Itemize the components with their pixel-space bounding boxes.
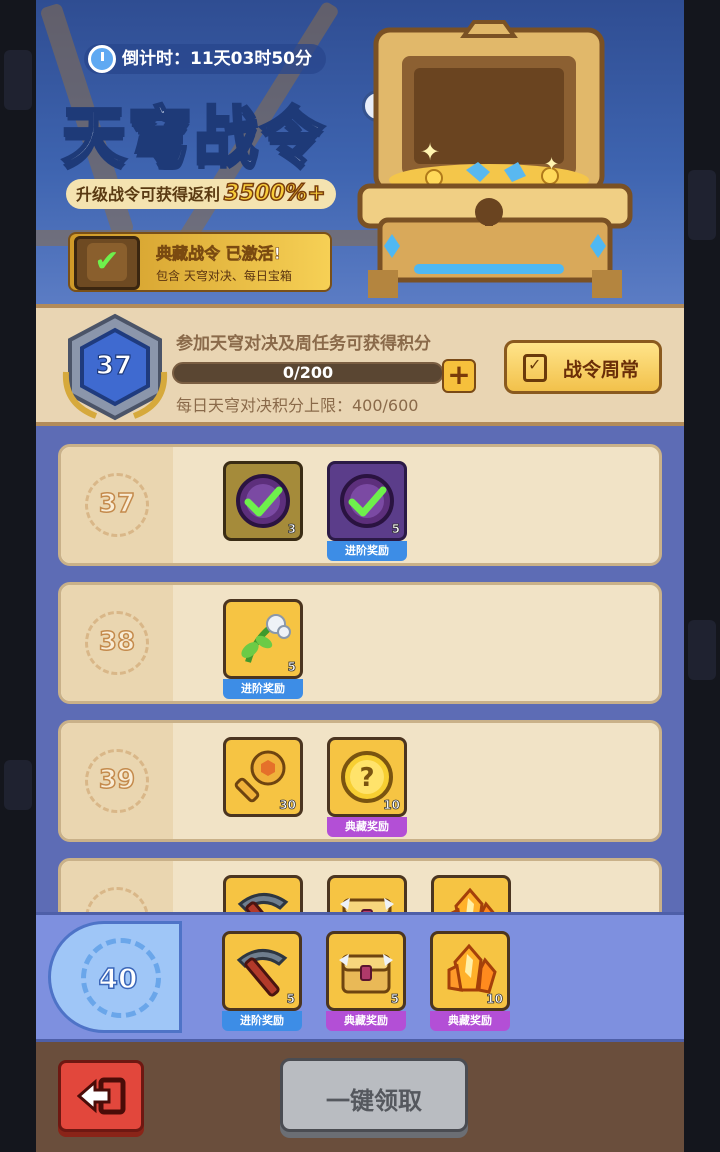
reward-item[interactable]: 30 bbox=[223, 737, 303, 817]
collector-pass-activated[interactable]: 典藏战令 已激活! 包含 天穹对决、每日宝箱 bbox=[68, 232, 332, 292]
reward-row: 39 30? 10 典藏奖励 bbox=[58, 720, 662, 842]
reward-item[interactable]: 10 典藏奖励 bbox=[430, 931, 510, 1031]
reward-item[interactable] bbox=[327, 875, 407, 912]
reward-item[interactable]: 5 典藏奖励 bbox=[326, 931, 406, 1031]
row-level bbox=[61, 861, 173, 912]
reward-count: 5 bbox=[390, 992, 399, 1007]
treasure-chest-illustration: ✦ ✦ bbox=[357, 20, 633, 298]
current-level: 37 bbox=[95, 350, 133, 381]
row-level: 39 bbox=[61, 723, 173, 839]
reward-item[interactable] bbox=[223, 875, 303, 912]
treasure-chest-icon bbox=[337, 942, 395, 1000]
collector-reward-tag: 典藏奖励 bbox=[326, 1011, 406, 1031]
row-level-number: 38 bbox=[98, 626, 136, 658]
advanced-reward-tag: 进阶奖励 bbox=[222, 1011, 302, 1031]
reward-row: 37 3 5 进阶奖励 bbox=[58, 444, 662, 566]
countdown-timer: 倒计时：11天03时50分 bbox=[84, 44, 326, 74]
svg-text:✦: ✦ bbox=[544, 154, 559, 175]
advanced-reward-tag: 进阶奖励 bbox=[327, 541, 407, 561]
progress-bar: 0/200 bbox=[172, 362, 444, 384]
pickaxe-icon bbox=[234, 886, 292, 912]
check-icon bbox=[74, 236, 140, 290]
reward-row: 38 5 进阶奖励 bbox=[58, 582, 662, 704]
milestone-level: 40 bbox=[48, 921, 182, 1033]
points-hint: 参加天穹对决及周任务可获得积分 bbox=[176, 334, 431, 354]
reward-count: 3 bbox=[287, 522, 296, 537]
svg-text:?: ? bbox=[359, 763, 374, 793]
back-button[interactable] bbox=[58, 1060, 144, 1132]
clipboard-icon bbox=[523, 354, 547, 382]
treasure-chest-icon bbox=[338, 886, 396, 912]
pickaxe-icon bbox=[233, 942, 291, 1000]
reward-count: 5 bbox=[391, 522, 400, 537]
battle-pass-screen: 倒计时：11天03时50分 天穹战令 ? 升级战令可获得返利3500%+ 典藏战… bbox=[0, 0, 720, 1152]
weekly-tasks-button[interactable]: 战令周常 bbox=[504, 340, 662, 394]
reward-count: 5 bbox=[287, 660, 296, 675]
daily-cap-text: 每日天穹对决积分上限：400/600 bbox=[176, 396, 419, 415]
right-gutter bbox=[684, 0, 720, 1152]
claimed-check-icon bbox=[234, 472, 292, 530]
upgrade-text: 升级战令可获得返利 bbox=[76, 185, 221, 204]
upgrade-percent: 3500%+ bbox=[223, 180, 326, 207]
claimed-check-icon bbox=[338, 472, 396, 530]
countdown-text: 倒计时：11天03时50分 bbox=[122, 49, 312, 69]
progress-section: 37 参加天穹对决及周任务可获得积分 0/200 + 每日天穹对决积分上限：40… bbox=[36, 304, 684, 426]
level-ring-icon bbox=[85, 887, 149, 912]
add-points-button[interactable]: + bbox=[442, 359, 476, 393]
reward-row bbox=[58, 858, 662, 912]
reward-list[interactable]: 37 3 5 进阶奖励 38 5 进阶奖励 39 30? 10 典藏奖励 bbox=[36, 426, 684, 912]
reward-item[interactable]: 5 进阶奖励 bbox=[223, 599, 303, 699]
orange-crystal-icon bbox=[442, 886, 500, 912]
row-level-number: 37 bbox=[98, 488, 136, 520]
reward-item[interactable]: 3 bbox=[223, 461, 303, 541]
stopwatch-icon bbox=[88, 45, 116, 73]
claim-all-button[interactable]: 一键领取 bbox=[280, 1058, 468, 1132]
row-level: 38 bbox=[61, 585, 173, 701]
next-milestone-row: 40 5 进阶奖励 5 典藏奖励 10 典藏奖励 bbox=[36, 912, 684, 1042]
bottom-bar: 一键领取 bbox=[36, 1042, 684, 1152]
activated-subtitle: 包含 天穹对决、每日宝箱 bbox=[156, 269, 292, 283]
row-level-number: 39 bbox=[98, 764, 136, 796]
reward-item[interactable]: 5 进阶奖励 bbox=[327, 461, 407, 561]
progress-text: 0/200 bbox=[282, 363, 334, 382]
reward-count: 10 bbox=[486, 992, 503, 1007]
reward-item[interactable]: ? 10 典藏奖励 bbox=[327, 737, 407, 837]
reward-item[interactable] bbox=[431, 875, 511, 912]
collector-reward-tag: 典藏奖励 bbox=[430, 1011, 510, 1031]
page-title: 天穹战令 bbox=[61, 100, 326, 177]
activated-title-b: 已激活! bbox=[225, 244, 281, 264]
reward-count: 5 bbox=[286, 992, 295, 1007]
upgrade-rebate-banner: 升级战令可获得返利 3500%+ bbox=[66, 179, 336, 209]
activated-title-a: 典藏战令 bbox=[156, 244, 221, 264]
plant-sprout-icon bbox=[234, 610, 292, 668]
reward-count: 10 bbox=[383, 798, 400, 813]
activated-title: 典藏战令 已激活! bbox=[156, 240, 282, 264]
advanced-reward-tag: 进阶奖励 bbox=[223, 679, 303, 699]
reward-count: 30 bbox=[279, 798, 296, 813]
exit-arrow-icon bbox=[77, 1077, 126, 1115]
reward-item[interactable]: 5 进阶奖励 bbox=[222, 931, 302, 1031]
svg-text:✦: ✦ bbox=[420, 138, 440, 166]
row-level: 37 bbox=[61, 447, 173, 563]
header-banner: 倒计时：11天03时50分 天穹战令 ? 升级战令可获得返利3500%+ 典藏战… bbox=[36, 0, 684, 304]
left-gutter bbox=[0, 0, 36, 1152]
battle-pass-panel: 倒计时：11天03时50分 天穹战令 ? 升级战令可获得返利3500%+ 典藏战… bbox=[36, 0, 684, 1152]
claim-all-label: 一键领取 bbox=[326, 1087, 422, 1115]
milestone-level-number: 40 bbox=[98, 961, 138, 996]
weekly-tasks-label: 战令周常 bbox=[563, 359, 640, 381]
collector-reward-tag: 典藏奖励 bbox=[327, 817, 407, 837]
